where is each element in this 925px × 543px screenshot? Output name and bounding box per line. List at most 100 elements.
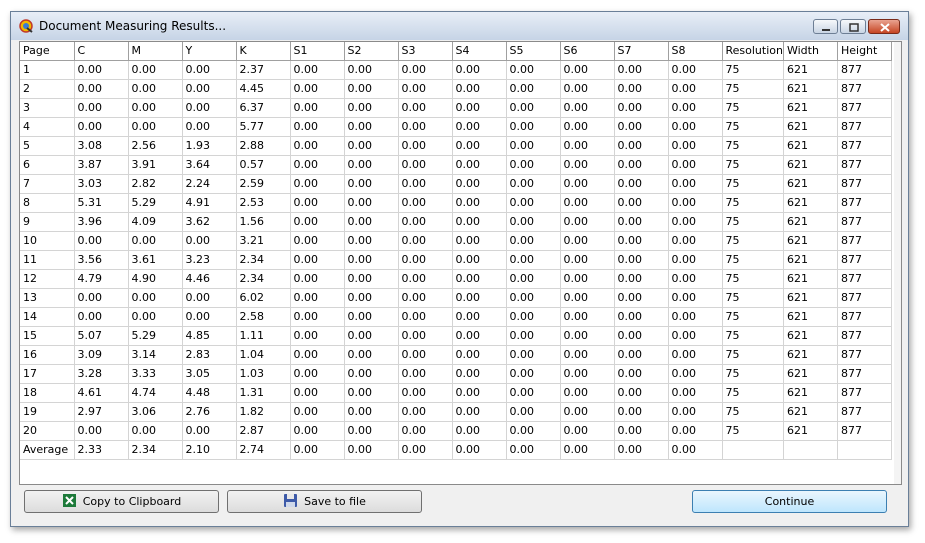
table-cell[interactable]: Average bbox=[20, 440, 75, 460]
table-cell[interactable]: 621 bbox=[783, 383, 838, 403]
table-cell[interactable]: 4.48 bbox=[182, 383, 237, 403]
table-row[interactable]: 7 3.03 2.82 2.24 2.59 0.00 0.00 0.00 0.00 0.00 0.0… bbox=[20, 174, 892, 194]
table-cell[interactable]: 877 bbox=[837, 136, 892, 156]
table-cell[interactable]: 0.00 bbox=[506, 269, 561, 289]
table-cell[interactable]: 0.00 bbox=[398, 98, 453, 118]
table-cell[interactable]: 0.00 bbox=[344, 117, 399, 137]
table-cell[interactable] bbox=[837, 440, 892, 460]
table-cell[interactable]: 0.00 bbox=[182, 98, 237, 118]
table-cell[interactable]: 621 bbox=[783, 193, 838, 213]
table-cell[interactable]: 0.00 bbox=[560, 383, 615, 403]
table-cell[interactable]: 6.37 bbox=[236, 98, 291, 118]
title-bar[interactable]: Document Measuring Results... bbox=[11, 12, 908, 40]
table-cell[interactable]: 0.00 bbox=[506, 421, 561, 441]
table-cell[interactable]: 0.00 bbox=[614, 117, 669, 137]
table-cell[interactable]: 1.93 bbox=[182, 136, 237, 156]
table-cell[interactable]: 0.00 bbox=[344, 193, 399, 213]
table-cell[interactable] bbox=[783, 440, 838, 460]
table-row[interactable]: 19 2.97 3.06 2.76 1.82 0.00 0.00 0.00 0.00 0.00 0.… bbox=[20, 402, 892, 422]
table-cell[interactable]: 3.87 bbox=[74, 155, 129, 175]
column-header-height[interactable]: Height bbox=[837, 42, 892, 61]
table-cell[interactable]: 2.82 bbox=[128, 174, 183, 194]
table-cell[interactable]: 0.00 bbox=[614, 307, 669, 327]
table-cell[interactable]: 0.00 bbox=[398, 402, 453, 422]
table-cell[interactable]: 0.00 bbox=[668, 288, 723, 308]
table-cell[interactable]: 621 bbox=[783, 269, 838, 289]
table-cell[interactable]: 0.00 bbox=[614, 174, 669, 194]
table-cell[interactable]: 2.53 bbox=[236, 193, 291, 213]
table-cell[interactable]: 0.00 bbox=[668, 364, 723, 384]
table-cell[interactable]: 621 bbox=[783, 117, 838, 137]
table-cell[interactable]: 3.62 bbox=[182, 212, 237, 232]
table-row[interactable]: 5 3.08 2.56 1.93 2.88 0.00 0.00 0.00 0.00 0.00 0.0… bbox=[20, 136, 892, 156]
table-cell[interactable]: 0.00 bbox=[290, 250, 345, 270]
table-cell[interactable]: 0.00 bbox=[398, 212, 453, 232]
table-cell[interactable]: 0.00 bbox=[560, 288, 615, 308]
table-cell[interactable]: 75 bbox=[722, 212, 784, 232]
table-cell[interactable]: 8 bbox=[20, 193, 75, 213]
table-cell[interactable]: 2.83 bbox=[182, 345, 237, 365]
table-cell[interactable]: 0.00 bbox=[452, 155, 507, 175]
table-cell[interactable]: 4.74 bbox=[128, 383, 183, 403]
table-cell[interactable]: 0.00 bbox=[506, 326, 561, 346]
table-cell[interactable]: 2.37 bbox=[236, 60, 291, 80]
table-cell[interactable]: 0.57 bbox=[236, 155, 291, 175]
table-cell[interactable]: 0.00 bbox=[668, 440, 723, 460]
table-cell[interactable]: 3.09 bbox=[74, 345, 129, 365]
table-cell[interactable]: 0.00 bbox=[290, 79, 345, 99]
column-header-c[interactable]: C bbox=[74, 42, 129, 61]
table-cell[interactable]: 0.00 bbox=[290, 421, 345, 441]
table-cell[interactable]: 0.00 bbox=[506, 383, 561, 403]
table-cell[interactable]: 2.10 bbox=[182, 440, 237, 460]
table-cell[interactable]: 0.00 bbox=[614, 155, 669, 175]
results-grid[interactable]: Page C M Y K S1 S2 S3 S4 S5 S6 S7 S8 Resolution Width H… bbox=[19, 41, 902, 485]
table-cell[interactable]: 3.23 bbox=[182, 250, 237, 270]
table-cell[interactable]: 0.00 bbox=[290, 212, 345, 232]
table-cell[interactable]: 2.88 bbox=[236, 136, 291, 156]
table-cell[interactable]: 0.00 bbox=[668, 60, 723, 80]
table-cell[interactable]: 0.00 bbox=[290, 440, 345, 460]
table-cell[interactable]: 877 bbox=[837, 60, 892, 80]
table-cell[interactable]: 621 bbox=[783, 60, 838, 80]
table-cell[interactable]: 0.00 bbox=[128, 79, 183, 99]
table-cell[interactable]: 15 bbox=[20, 326, 75, 346]
table-cell[interactable]: 0.00 bbox=[614, 326, 669, 346]
table-cell[interactable]: 0.00 bbox=[344, 364, 399, 384]
table-cell[interactable]: 3 bbox=[20, 98, 75, 118]
table-cell[interactable]: 75 bbox=[722, 345, 784, 365]
table-cell[interactable]: 0.00 bbox=[560, 364, 615, 384]
table-cell[interactable]: 621 bbox=[783, 307, 838, 327]
table-cell[interactable]: 877 bbox=[837, 421, 892, 441]
table-cell[interactable]: 0.00 bbox=[614, 383, 669, 403]
table-cell[interactable]: 2.56 bbox=[128, 136, 183, 156]
table-cell[interactable]: 75 bbox=[722, 288, 784, 308]
table-cell[interactable]: 16 bbox=[20, 345, 75, 365]
table-cell[interactable]: 18 bbox=[20, 383, 75, 403]
table-cell[interactable]: 0.00 bbox=[452, 193, 507, 213]
table-cell[interactable]: 11 bbox=[20, 250, 75, 270]
table-cell[interactable]: 19 bbox=[20, 402, 75, 422]
average-row[interactable]: Average 2.33 2.34 2.10 2.74 0.00 0.00 0.00 0.00 0… bbox=[20, 440, 892, 460]
table-cell[interactable]: 0.00 bbox=[290, 174, 345, 194]
table-cell[interactable]: 17 bbox=[20, 364, 75, 384]
maximize-button[interactable] bbox=[840, 19, 866, 34]
table-cell[interactable]: 2.24 bbox=[182, 174, 237, 194]
table-cell[interactable]: 0.00 bbox=[344, 79, 399, 99]
table-cell[interactable]: 0.00 bbox=[452, 212, 507, 232]
column-header-s5[interactable]: S5 bbox=[506, 42, 561, 61]
table-cell[interactable]: 0.00 bbox=[290, 364, 345, 384]
table-cell[interactable]: 0.00 bbox=[398, 250, 453, 270]
table-cell[interactable]: 0.00 bbox=[506, 136, 561, 156]
table-row[interactable]: 18 4.61 4.74 4.48 1.31 0.00 0.00 0.00 0.00 0.00 0.… bbox=[20, 383, 892, 403]
table-cell[interactable]: 5 bbox=[20, 136, 75, 156]
table-row[interactable]: 10 0.00 0.00 0.00 3.21 0.00 0.00 0.00 0.00 0.00 0.… bbox=[20, 231, 892, 251]
table-cell[interactable]: 877 bbox=[837, 364, 892, 384]
table-cell[interactable]: 877 bbox=[837, 117, 892, 137]
table-cell[interactable]: 0.00 bbox=[128, 98, 183, 118]
table-row[interactable]: 4 0.00 0.00 0.00 5.77 0.00 0.00 0.00 0.00 0.00 0.0… bbox=[20, 117, 892, 137]
table-cell[interactable]: 75 bbox=[722, 231, 784, 251]
table-cell[interactable]: 0.00 bbox=[668, 212, 723, 232]
table-cell[interactable]: 0.00 bbox=[452, 136, 507, 156]
table-cell[interactable]: 1 bbox=[20, 60, 75, 80]
table-cell[interactable]: 6.02 bbox=[236, 288, 291, 308]
